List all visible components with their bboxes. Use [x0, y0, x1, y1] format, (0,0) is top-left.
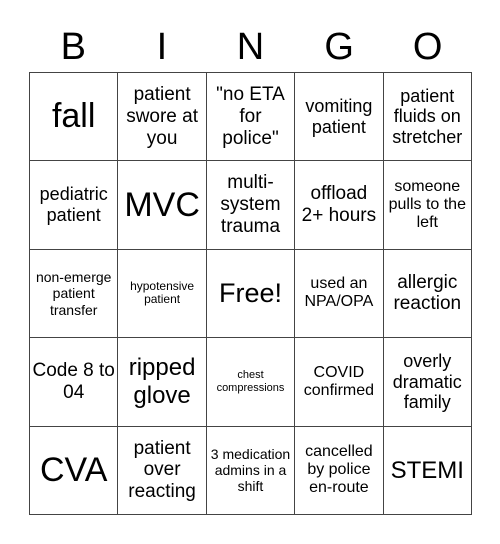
bingo-cell[interactable]: patient over reacting	[118, 426, 207, 515]
bingo-cell[interactable]: Code 8 to 04	[30, 338, 119, 427]
bingo-cell[interactable]: non-emerge patient transfer	[30, 249, 119, 339]
bingo-cell[interactable]: cancelled by police en-route	[295, 426, 384, 515]
bingo-cell[interactable]: used an NPA/OPA	[295, 249, 384, 339]
bingo-header: B I N G O	[29, 22, 472, 72]
bingo-cell[interactable]: patient swore at you	[118, 73, 207, 162]
bingo-cell[interactable]: chest compressions	[206, 338, 296, 427]
bingo-cell[interactable]: MVC	[118, 161, 207, 250]
free-space-cell[interactable]: Free!	[206, 249, 296, 339]
bingo-cell[interactable]: ripped glove	[118, 338, 207, 427]
bingo-cell[interactable]: someone pulls to the left	[383, 161, 472, 250]
bingo-cell[interactable]: STEMI	[383, 426, 472, 515]
bingo-cell[interactable]: offload 2+ hours	[295, 161, 384, 250]
bingo-cell[interactable]: hypotensive patient	[118, 249, 207, 339]
bingo-cell[interactable]: fall	[30, 73, 119, 162]
header-letter-o: O	[412, 26, 443, 68]
bingo-cell[interactable]: overly dramatic family	[383, 338, 472, 427]
bingo-cell[interactable]: allergic reaction	[383, 249, 472, 339]
header-letter-i: I	[156, 26, 168, 68]
bingo-cell[interactable]: CVA	[30, 426, 119, 515]
header-letter-g: G	[324, 26, 354, 68]
bingo-cell[interactable]: multi-system trauma	[206, 161, 296, 250]
bingo-cell[interactable]: 3 medication admins in a shift	[206, 426, 296, 515]
bingo-cell[interactable]: pediatric patient	[30, 161, 119, 250]
header-letter-n: N	[236, 26, 265, 68]
bingo-cell[interactable]: vomiting patient	[295, 73, 384, 162]
bingo-cell[interactable]: "no ETA for police"	[206, 73, 296, 162]
bingo-cell[interactable]: COVID confirmed	[295, 338, 384, 427]
bingo-board: fall patient swore at you "no ETA for po…	[29, 72, 472, 515]
bingo-cell[interactable]: patient fluids on stretcher	[383, 73, 472, 162]
header-letter-b: B	[60, 26, 86, 68]
